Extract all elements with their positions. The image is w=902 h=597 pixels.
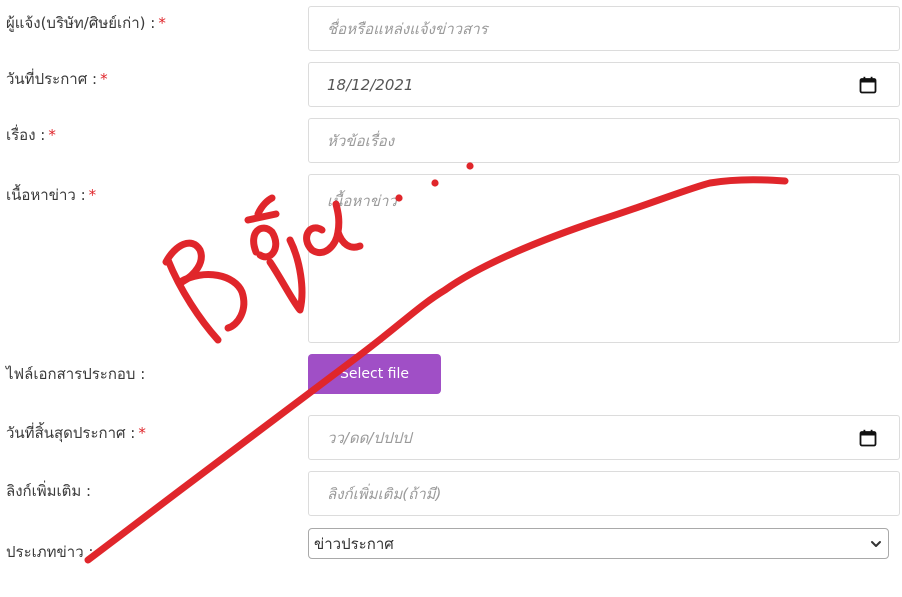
content-label: เนื้อหาข่าว : * [6,186,97,204]
required-marker: * [100,70,108,88]
required-marker: * [48,126,56,144]
reporter-label: ผู้แจ้ง(บริษัท/ศิษย์เก่า) : * [6,14,166,32]
content-placeholder: เนื้อหาข่าว [327,192,397,210]
calendar-icon[interactable] [859,76,877,94]
end-date-input[interactable]: วว/ดด/ปปปป [308,415,900,460]
subject-placeholder: หัวข้อเรื่อง [327,131,395,150]
subject-label: เรื่อง : * [6,126,56,144]
announce-date-label: วันที่ประกาศ : * [6,70,108,88]
reporter-placeholder: ชื่อหรือแหล่งแจ้งข่าวสาร [327,19,488,38]
content-textarea[interactable]: เนื้อหาข่าว [308,174,900,343]
select-file-label: Select file [340,366,409,382]
news-type-label: ประเภทข่าว : [6,543,94,561]
attachment-label: ไฟล์เอกสารประกอบ : [6,365,146,383]
end-date-placeholder: วว/ดด/ปปปป [327,428,412,447]
news-type-select[interactable]: ข่าวประกาศ [308,528,889,559]
select-file-button[interactable]: Select file [308,354,441,394]
reporter-input[interactable]: ชื่อหรือแหล่งแจ้งข่าวสาร [308,6,900,51]
required-marker: * [88,186,97,204]
announce-date-value: 18/12/2021 [327,75,414,94]
subject-input[interactable]: หัวข้อเรื่อง [308,118,900,163]
announce-date-input[interactable]: 18/12/2021 [308,62,900,107]
required-marker: * [138,424,146,442]
end-date-label: วันที่สิ้นสุดประกาศ : * [6,424,146,442]
extra-link-placeholder: ลิงก์เพิ่มเติม(ถ้ามี) [327,484,442,503]
extra-link-input[interactable]: ลิงก์เพิ่มเติม(ถ้ามี) [308,471,900,516]
chevron-down-icon [871,540,881,547]
news-type-selected: ข่าวประกาศ [314,534,394,553]
required-marker: * [158,14,166,32]
extra-link-label: ลิงก์เพิ่มเติม : [6,482,92,500]
calendar-icon[interactable] [859,429,877,447]
